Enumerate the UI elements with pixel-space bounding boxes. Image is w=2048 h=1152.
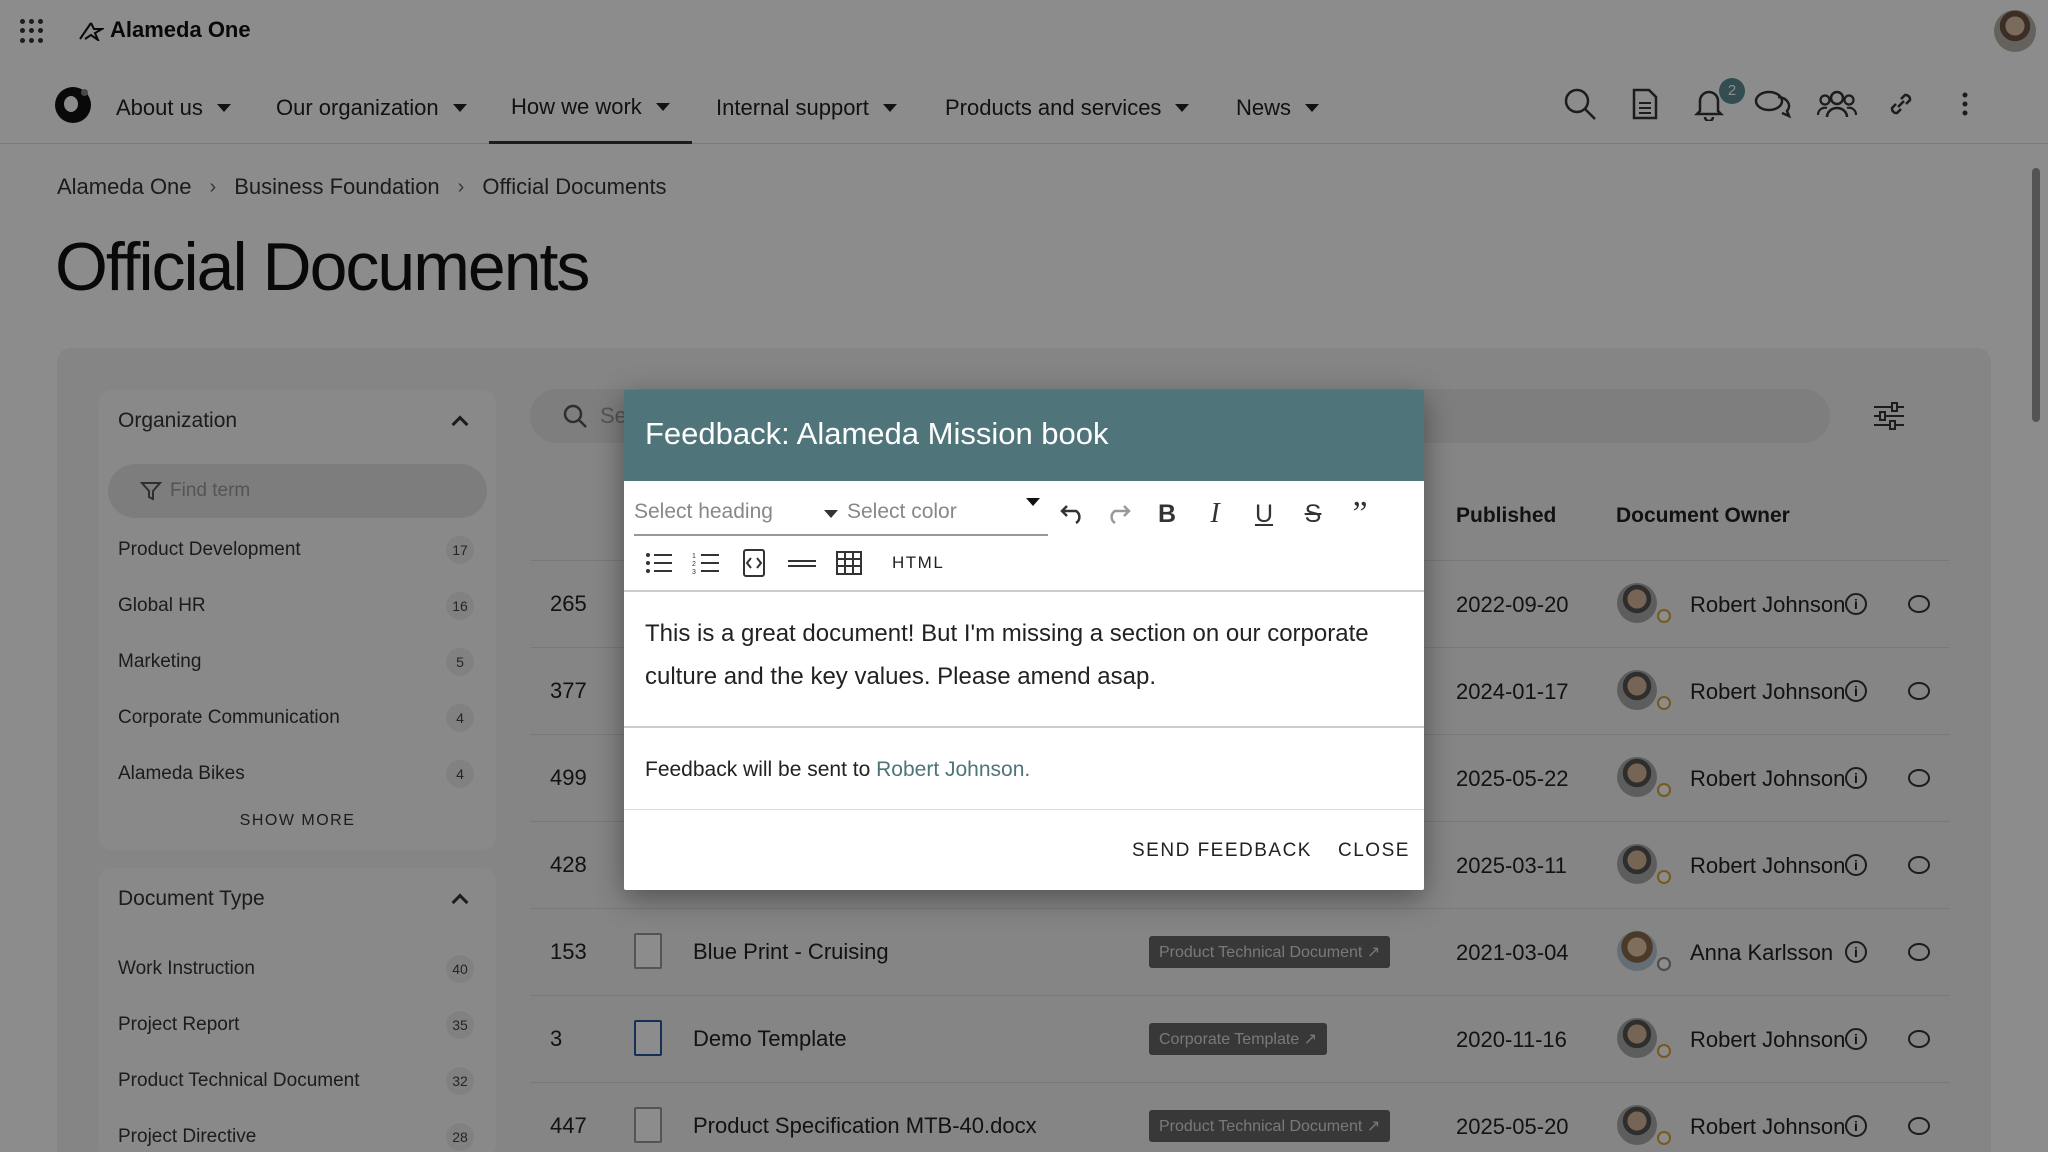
dialog-title: Feedback: Alameda Mission book <box>624 390 1424 481</box>
caret-down-icon[interactable] <box>1026 498 1040 506</box>
feedback-dialog: Feedback: Alameda Mission book Select he… <box>624 390 1424 890</box>
feedback-text-editor[interactable]: This is a great document! But I'm missin… <box>624 590 1424 728</box>
strikethrough-icon[interactable]: S <box>1293 494 1333 534</box>
blockquote-icon[interactable]: ” <box>1340 494 1380 534</box>
caret-down-icon[interactable] <box>824 510 838 518</box>
redo-icon[interactable] <box>1099 494 1139 534</box>
underline-icon[interactable]: U <box>1244 494 1284 534</box>
table-icon[interactable] <box>829 543 869 583</box>
svg-text:3: 3 <box>692 569 696 575</box>
bold-icon[interactable]: B <box>1147 494 1187 534</box>
bullet-list-icon[interactable] <box>639 543 679 583</box>
code-block-icon[interactable] <box>734 543 774 583</box>
recipient-prefix: Feedback will be sent to <box>645 758 877 781</box>
recipient-link[interactable]: Robert Johnson. <box>876 758 1030 781</box>
send-feedback-button[interactable]: SEND FEEDBACK <box>1132 840 1312 862</box>
numbered-list-icon[interactable]: 123 <box>686 543 726 583</box>
dialog-footer-divider <box>624 809 1424 810</box>
undo-icon[interactable] <box>1052 494 1092 534</box>
recipient-note: Feedback will be sent to Robert Johnson. <box>645 758 1030 782</box>
select-heading[interactable]: Select heading <box>634 500 773 524</box>
select-color[interactable]: Select color <box>847 500 957 524</box>
html-button[interactable]: HTML <box>892 553 944 573</box>
close-button[interactable]: CLOSE <box>1338 840 1410 862</box>
svg-text:1: 1 <box>692 553 696 560</box>
svg-text:2: 2 <box>692 561 696 568</box>
italic-icon[interactable]: I <box>1195 494 1235 534</box>
horizontal-rule-icon[interactable] <box>782 543 822 583</box>
